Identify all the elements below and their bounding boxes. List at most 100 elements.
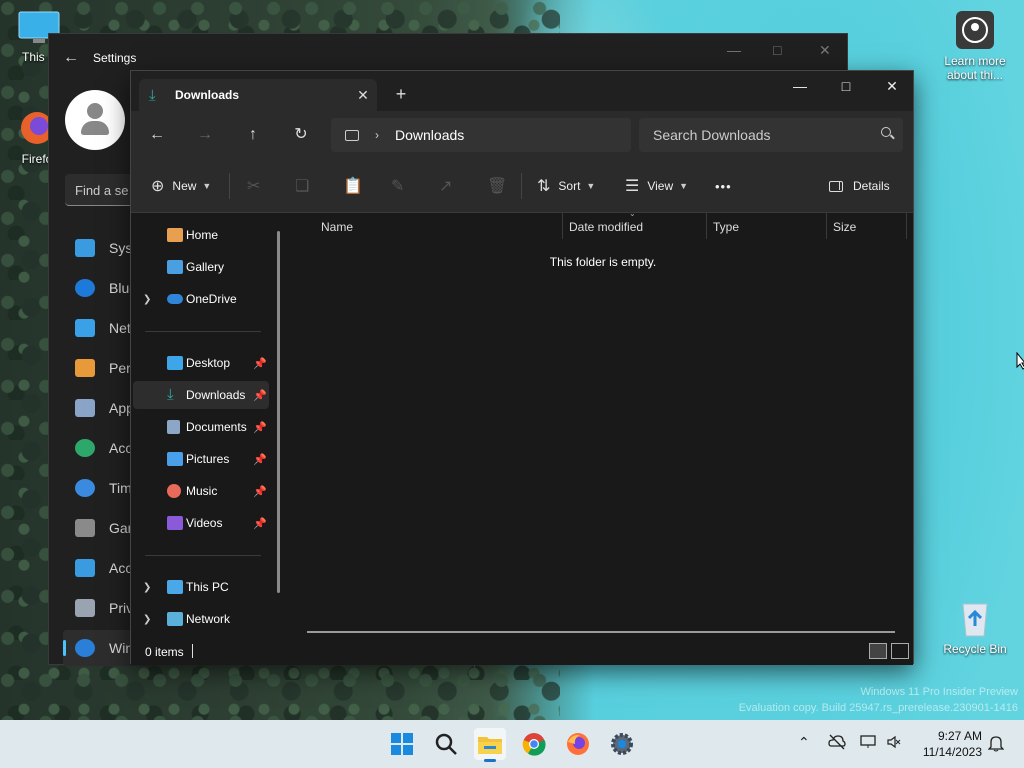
nav-item-music[interactable]: Music 📌 [133, 477, 269, 505]
this-pc-icon [345, 129, 359, 141]
share-button[interactable]: ↗ [439, 174, 460, 198]
horizontal-scrollbar[interactable] [307, 631, 895, 633]
paste-button[interactable]: 📋 [343, 174, 371, 198]
search-input[interactable] [653, 127, 863, 143]
desktop-icon-label: Recycle Bin [943, 642, 1007, 656]
view-label: View [647, 179, 674, 193]
command-bar: ⊕ New ▼ ✂ ❏ 📋 ✎ ↗ 🗑 ⇅ Sort ▼ ☰ View ▼ ••… [131, 159, 913, 213]
taskbar-chrome[interactable] [518, 728, 550, 760]
search-box[interactable] [639, 118, 903, 152]
nav-item-onedrive[interactable]: ❯ OneDrive [133, 285, 269, 313]
details-pane-icon [829, 180, 843, 192]
pin-icon[interactable]: 📌 [253, 517, 267, 530]
person-icon [75, 439, 95, 457]
copy-button[interactable]: ❏ [295, 174, 317, 198]
avatar[interactable] [65, 90, 125, 150]
nav-item-pictures[interactable]: Pictures 📌 [133, 445, 269, 473]
tiles-view-icon[interactable] [891, 643, 909, 659]
scissors-icon: ✂ [247, 178, 261, 195]
nav-item-videos[interactable]: Videos 📌 [133, 509, 269, 537]
minimize-icon[interactable]: — [727, 42, 741, 58]
sort-button[interactable]: ⇅ Sort ▼ [537, 174, 595, 198]
file-explorer-window[interactable]: ⤓ Downloads ✕ + — □ ✕ ← → ↑ ↻ › Download… [130, 70, 915, 665]
volume-muted-icon[interactable] [886, 734, 902, 750]
up-button[interactable]: ↑ [239, 123, 267, 147]
desktop-icon-learn-more[interactable]: Learn more about thi... [938, 10, 1012, 82]
download-icon: ⤓ [149, 86, 156, 104]
details-button[interactable]: Details [829, 174, 890, 198]
pin-icon[interactable]: 📌 [253, 389, 267, 402]
network-icon[interactable] [860, 734, 878, 750]
more-options-button[interactable]: ••• [715, 174, 732, 198]
desktop-icon-recycle-bin[interactable]: Recycle Bin [938, 598, 1012, 656]
pin-icon[interactable]: 📌 [253, 485, 267, 498]
onedrive-offline-icon[interactable] [828, 734, 846, 750]
gamepad-icon [75, 519, 95, 537]
nav-item-downloads[interactable]: ⤓ Downloads 📌 [133, 381, 269, 409]
delete-button[interactable]: 🗑 [487, 174, 515, 198]
expand-chevron-icon[interactable]: ❯ [143, 294, 151, 305]
view-icon: ☰ [625, 178, 640, 195]
address-bar[interactable]: › Downloads [331, 118, 631, 152]
videos-icon [167, 516, 183, 530]
details-view-icon[interactable] [869, 643, 887, 659]
nav-item-network[interactable]: ❯ Network [133, 605, 269, 633]
show-hidden-icons-chevron-icon[interactable]: ⌃ [798, 734, 810, 751]
taskbar-settings[interactable] [606, 728, 638, 760]
nav-item-home[interactable]: Home [133, 221, 269, 249]
mouse-cursor-icon [1016, 352, 1024, 370]
chrome-icon [522, 733, 546, 756]
system-clock[interactable]: 9:27 AM 11/14/2023 [923, 728, 982, 760]
chevron-down-icon: ▼ [679, 181, 689, 191]
nav-item-desktop[interactable]: Desktop 📌 [133, 349, 269, 377]
forward-button[interactable]: → [191, 123, 219, 147]
new-button[interactable]: ⊕ New ▼ [151, 174, 211, 198]
taskbar-firefox[interactable] [562, 728, 594, 760]
maximize-button[interactable]: □ [823, 71, 869, 103]
pin-icon[interactable]: 📌 [253, 453, 267, 466]
nav-item-documents[interactable]: Documents 📌 [133, 413, 269, 441]
tab-downloads[interactable]: ⤓ Downloads ✕ [139, 79, 377, 111]
expand-chevron-icon[interactable]: ❯ [143, 614, 151, 625]
column-header-date-modified[interactable]: Date modified [569, 216, 643, 240]
nav-item-gallery[interactable]: Gallery [133, 253, 269, 281]
trash-icon: 🗑 [487, 178, 508, 195]
this-pc-icon [167, 580, 183, 594]
chevron-down-icon: ▼ [586, 181, 596, 191]
bluetooth-icon [75, 279, 95, 297]
watermark-line-2: Evaluation copy. Build 25947.rs_prerelea… [738, 702, 1018, 714]
view-button[interactable]: ☰ View ▼ [625, 174, 688, 198]
back-button[interactable]: ← [143, 123, 171, 147]
nav-pane-scrollbar[interactable] [277, 231, 280, 593]
file-list[interactable]: Name Date modified ⌄ Type Size This fold… [289, 209, 913, 639]
close-button[interactable]: ✕ [869, 71, 915, 103]
column-header-type[interactable]: Type [713, 216, 739, 240]
pin-icon[interactable]: 📌 [253, 421, 267, 434]
chevron-down-icon: ▼ [202, 181, 212, 191]
back-arrow-icon[interactable]: ← [49, 49, 93, 67]
windows-update-icon [75, 639, 95, 657]
close-tab-icon[interactable]: ✕ [349, 87, 377, 104]
expand-chevron-icon[interactable]: ❯ [143, 582, 151, 593]
rename-button[interactable]: ✎ [391, 174, 412, 198]
refresh-button[interactable]: ↻ [287, 123, 315, 147]
search-icon[interactable] [881, 127, 891, 137]
breadcrumb[interactable]: Downloads [395, 127, 464, 143]
notifications-bell-icon[interactable] [988, 734, 1004, 752]
new-tab-button[interactable]: + [389, 83, 413, 107]
minimize-button[interactable]: — [777, 71, 823, 103]
taskbar-file-explorer[interactable] [474, 728, 506, 762]
pin-icon[interactable]: 📌 [253, 357, 267, 370]
column-header-name[interactable]: Name [321, 216, 353, 240]
chevron-right-icon[interactable]: › [375, 128, 379, 142]
network-icon [167, 612, 183, 626]
clock-icon [75, 479, 95, 497]
close-icon[interactable]: ✕ [819, 42, 831, 59]
cut-button[interactable]: ✂ [247, 174, 268, 198]
maximize-icon[interactable]: □ [773, 42, 781, 58]
column-header-size[interactable]: Size [833, 216, 856, 240]
clock-date: 11/14/2023 [922, 745, 982, 759]
nav-item-this-pc[interactable]: ❯ This PC [133, 573, 269, 601]
taskbar-search-button[interactable] [430, 728, 462, 760]
start-button[interactable] [386, 728, 418, 760]
